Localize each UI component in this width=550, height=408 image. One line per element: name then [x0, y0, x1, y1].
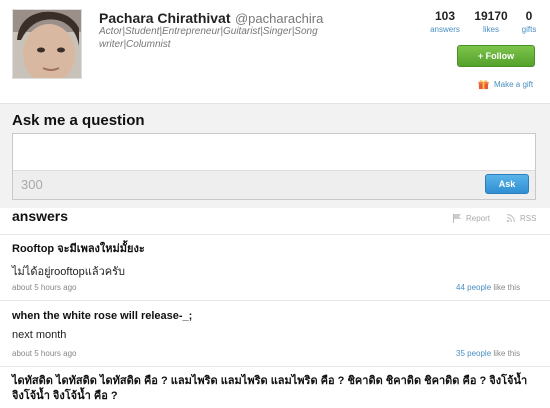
- make-gift-label: Make a gift: [494, 80, 534, 89]
- report-label: Report: [466, 213, 491, 223]
- rss-label: RSS: [520, 213, 537, 223]
- answer-time[interactable]: about 5 hours ago: [12, 349, 77, 358]
- answer-question[interactable]: Rooftop จะมีเพลงใหม่มั้ยงะ: [12, 242, 532, 257]
- profile-name: Pachara Chirathivat: [99, 10, 231, 26]
- profile-header: Pachara Chirathivat @pacharachira Actor|…: [0, 0, 550, 104]
- stat-likes[interactable]: 19170 likes: [468, 9, 514, 36]
- flag-icon: [453, 214, 461, 223]
- ask-title: Ask me a question: [12, 112, 145, 129]
- stat-gifts[interactable]: 0 gifts: [514, 9, 544, 36]
- profile-bio: Actor|Student|Entrepreneur|Guitarist|Sin…: [99, 26, 318, 50]
- stat-answers[interactable]: 103 answers: [422, 9, 468, 36]
- gift-icon: [478, 80, 489, 90]
- ask-section: Ask me a question 300 Ask: [0, 104, 550, 208]
- answer-item: when the white rose will release-_; next…: [0, 300, 550, 366]
- likes-people-link[interactable]: 44 people: [456, 283, 491, 292]
- profile-username[interactable]: @pacharachira: [235, 11, 323, 26]
- likes-people-link[interactable]: 35 people: [456, 349, 491, 358]
- rss-link[interactable]: RSS: [506, 213, 536, 223]
- make-gift-link[interactable]: Make a gift: [478, 79, 533, 90]
- likes-suffix: like this: [493, 349, 521, 358]
- answer-item: Rooftop จะมีเพลงใหม่มั้ยงะ ไม่ได้อยู่roo…: [0, 234, 550, 300]
- ask-box: 300 Ask: [12, 133, 536, 200]
- avatar[interactable]: [12, 9, 82, 79]
- rss-icon: [506, 213, 516, 223]
- report-link[interactable]: Report: [452, 213, 490, 223]
- profile-stats: 103 answers 19170 likes 0 gifts: [422, 9, 544, 36]
- stat-gifts-label: gifts: [521, 25, 537, 34]
- avatar-photo: [13, 10, 81, 78]
- answer-likes: 35 people like this: [456, 349, 520, 358]
- answer-text: ไม่ได้อยู่rooftopแล้วครับ: [12, 266, 126, 278]
- answer-item: ไดทัสดิด ไดทัสดิด ไดทัสดิด คือ ? แลมไพริ…: [0, 366, 550, 408]
- stat-answers-label: answers: [430, 25, 460, 34]
- ask-button[interactable]: Ask: [485, 174, 529, 194]
- stat-likes-label: likes: [482, 25, 499, 34]
- stat-answers-count: 103: [434, 9, 456, 23]
- ask-footer: 300 Ask: [13, 170, 535, 199]
- likes-suffix: like this: [493, 283, 521, 292]
- answer-likes: 44 people like this: [456, 283, 520, 292]
- answer-question[interactable]: ไดทัสดิด ไดทัสดิด ไดทัสดิด คือ ? แลมไพริ…: [12, 374, 532, 404]
- answer-question[interactable]: when the white rose will release-_;: [12, 309, 532, 324]
- answer-text: next month: [12, 329, 67, 341]
- question-input[interactable]: [13, 134, 535, 170]
- stat-gifts-count: 0: [525, 9, 533, 23]
- char-counter: 300: [21, 177, 43, 192]
- follow-button[interactable]: + Follow: [457, 45, 535, 67]
- answer-time[interactable]: about 5 hours ago: [12, 283, 77, 292]
- answers-title: answers: [12, 208, 69, 224]
- answers-header: answers Report RSS: [12, 208, 536, 232]
- stat-likes-count: 19170: [474, 9, 508, 23]
